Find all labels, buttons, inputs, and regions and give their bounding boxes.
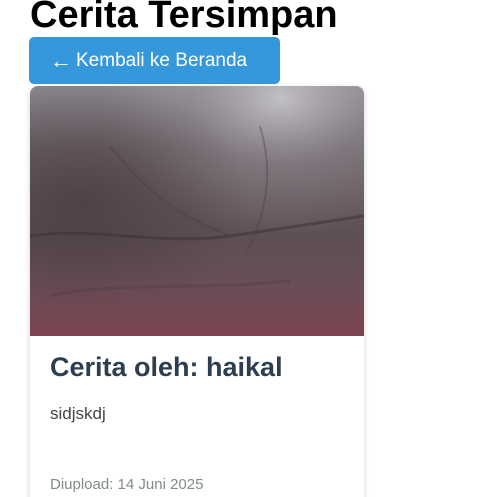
page-title: Cerita Tersimpan [30,0,338,36]
story-card: Cerita oleh: haikal sidjskdj Diupload: 1… [30,86,364,497]
back-to-home-button[interactable]: ← Kembali ke Beranda [29,37,280,84]
story-upload-date: Diupload: 14 Juni 2025 [50,476,204,493]
page: Cerita Tersimpan ← Kembali ke Beranda Ce… [0,0,486,497]
story-text: sidjskdj [50,404,106,423]
story-title: Cerita oleh: haikal [50,352,283,382]
back-button-label: Kembali ke Beranda [76,50,248,71]
story-image [30,86,364,336]
arrow-left-icon: ← [50,48,72,73]
